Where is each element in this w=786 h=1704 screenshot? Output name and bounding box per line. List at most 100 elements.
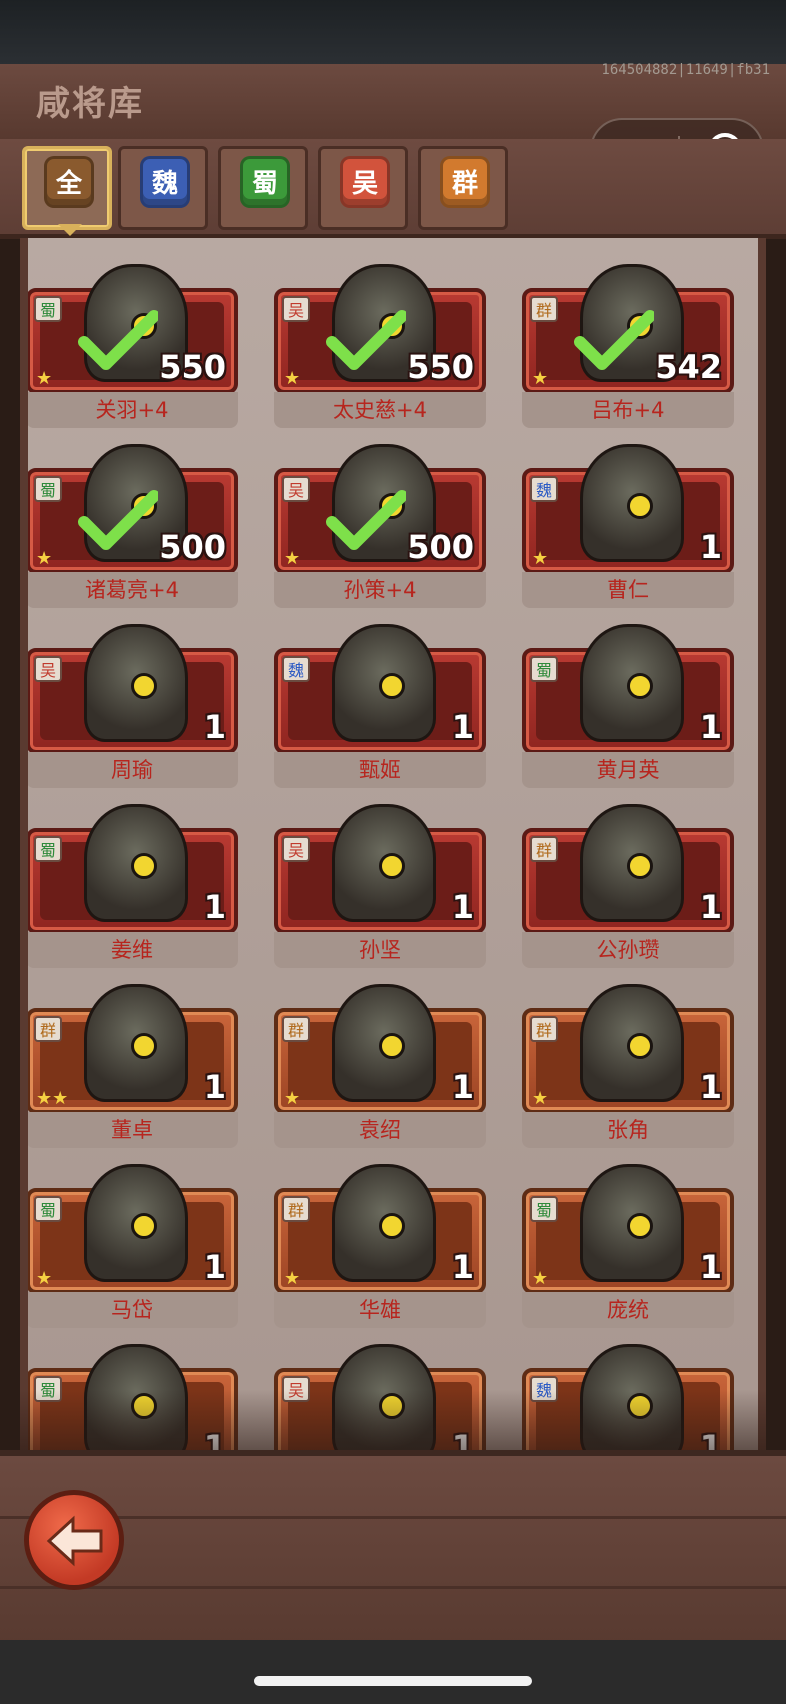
faction-badge: 群 bbox=[530, 1016, 558, 1042]
hero-card[interactable]: 蜀 ★ 550 关羽+4 bbox=[28, 264, 238, 430]
tab-faction[interactable]: 吴 bbox=[318, 146, 408, 230]
tab-label: 魏 bbox=[140, 156, 190, 208]
tab-label: 群 bbox=[440, 156, 490, 208]
hero-name: 袁绍 bbox=[359, 1118, 401, 1142]
hero-card[interactable]: 吴 1 孙坚 bbox=[274, 804, 486, 970]
checkmark-icon bbox=[326, 310, 406, 370]
back-button[interactable] bbox=[24, 1490, 124, 1590]
hero-count: 1 bbox=[451, 708, 474, 746]
tab-faction[interactable]: 群 bbox=[418, 146, 508, 230]
hero-grid-panel[interactable]: 蜀 ★ 550 关羽+4 吴 ★ 550 太史慈+4 群 ★ 542 吕布+4 蜀 ★ 500 诸葛亮+4 吴 ★… bbox=[20, 238, 766, 1450]
hero-portrait bbox=[332, 624, 436, 742]
hero-eye bbox=[131, 673, 157, 699]
checkmark-icon bbox=[326, 490, 406, 550]
hero-card[interactable]: 蜀 ★ 1 庞统 bbox=[522, 1164, 734, 1330]
star-rating: ★ bbox=[284, 1268, 301, 1289]
hero-eye bbox=[131, 1033, 157, 1059]
hero-count: 1 bbox=[699, 528, 722, 566]
hero-eye bbox=[379, 1213, 405, 1239]
hero-count: 1 bbox=[203, 1248, 226, 1286]
hero-name: 孙策+4 bbox=[343, 578, 417, 602]
home-indicator[interactable] bbox=[254, 1676, 532, 1686]
hero-card[interactable]: 蜀 1 黄月英 bbox=[522, 624, 734, 790]
checkmark-icon bbox=[78, 310, 158, 370]
faction-badge: 蜀 bbox=[530, 656, 558, 682]
hero-card[interactable]: 群 ★ 1 张角 bbox=[522, 984, 734, 1150]
tab-faction[interactable]: 全 bbox=[22, 146, 112, 230]
star-rating: ★ bbox=[284, 548, 301, 569]
hero-name: 马岱 bbox=[111, 1298, 153, 1322]
back-arrow-icon bbox=[46, 1515, 103, 1567]
hero-eye bbox=[131, 1213, 157, 1239]
hero-count: 1 bbox=[699, 1248, 722, 1286]
hero-card[interactable]: 魏 1 甄姬 bbox=[274, 624, 486, 790]
hero-card[interactable]: 魏 ★ 1 曹仁 bbox=[522, 444, 734, 610]
wood-plank-line bbox=[0, 1586, 786, 1589]
debug-id-text: 164504882|11649|fb31 bbox=[601, 62, 770, 78]
hero-card[interactable]: 群 ★★ 1 董卓 bbox=[28, 984, 238, 1150]
hero-card[interactable]: 吴 ★ 550 太史慈+4 bbox=[274, 264, 486, 430]
faction-badge: 吴 bbox=[282, 296, 310, 322]
hero-name: 关羽+4 bbox=[95, 398, 169, 422]
star-rating: ★ bbox=[284, 368, 301, 389]
hero-name: 庞统 bbox=[607, 1298, 649, 1322]
star-rating: ★ bbox=[532, 548, 549, 569]
active-tab-pointer bbox=[58, 224, 82, 236]
hero-count: 500 bbox=[159, 528, 226, 566]
hero-count: 1 bbox=[203, 708, 226, 746]
hero-portrait bbox=[580, 1164, 684, 1282]
tab-label: 吴 bbox=[340, 156, 390, 208]
hero-eye bbox=[627, 673, 653, 699]
hero-eye bbox=[131, 853, 157, 879]
hero-card[interactable]: 群 1 公孙瓒 bbox=[522, 804, 734, 970]
tab-faction[interactable]: 蜀 bbox=[218, 146, 308, 230]
hero-card[interactable]: 吴 1 周瑜 bbox=[28, 624, 238, 790]
hero-name: 诸葛亮+4 bbox=[85, 578, 179, 602]
hero-name: 周瑜 bbox=[111, 758, 153, 782]
star-rating: ★ bbox=[532, 1268, 549, 1289]
hero-portrait bbox=[580, 984, 684, 1102]
hero-count: 1 bbox=[699, 888, 722, 926]
hero-card[interactable]: 群 ★ 1 袁绍 bbox=[274, 984, 486, 1150]
hero-card[interactable]: 蜀 ★ 1 马岱 bbox=[28, 1164, 238, 1330]
star-rating: ★ bbox=[532, 368, 549, 389]
hero-count: 1 bbox=[451, 1248, 474, 1286]
tab-faction[interactable]: 魏 bbox=[118, 146, 208, 230]
hero-name: 孙坚 bbox=[359, 938, 401, 962]
hero-card[interactable]: 群 ★ 542 吕布+4 bbox=[522, 264, 734, 430]
hero-count: 1 bbox=[699, 1068, 722, 1106]
status-bar bbox=[0, 0, 786, 64]
hero-portrait bbox=[84, 624, 188, 742]
faction-badge: 蜀 bbox=[34, 296, 62, 322]
tab-label: 蜀 bbox=[240, 156, 290, 208]
faction-badge: 蜀 bbox=[530, 1196, 558, 1222]
hero-name: 吕布+4 bbox=[591, 398, 665, 422]
faction-badge: 蜀 bbox=[34, 1196, 62, 1222]
hero-eye bbox=[627, 493, 653, 519]
scroll-fade bbox=[20, 1390, 766, 1450]
home-bar bbox=[0, 1640, 786, 1704]
hero-name: 太史慈+4 bbox=[333, 398, 427, 422]
hero-card[interactable]: 群 ★ 1 华雄 bbox=[274, 1164, 486, 1330]
faction-badge: 蜀 bbox=[34, 836, 62, 862]
hero-count: 500 bbox=[407, 528, 474, 566]
star-rating: ★★ bbox=[36, 1088, 69, 1109]
hero-portrait bbox=[332, 984, 436, 1102]
hero-name: 黄月英 bbox=[596, 758, 660, 782]
hero-count: 1 bbox=[203, 888, 226, 926]
hero-name: 曹仁 bbox=[607, 578, 649, 602]
checkmark-icon bbox=[574, 310, 654, 370]
hero-eye bbox=[627, 853, 653, 879]
hero-name: 华雄 bbox=[359, 1298, 401, 1322]
hero-card[interactable]: 吴 ★ 500 孙策+4 bbox=[274, 444, 486, 610]
faction-badge: 群 bbox=[282, 1196, 310, 1222]
faction-badge: 群 bbox=[530, 836, 558, 862]
hero-count: 1 bbox=[699, 708, 722, 746]
hero-portrait bbox=[84, 984, 188, 1102]
checkmark-icon bbox=[78, 490, 158, 550]
hero-count: 550 bbox=[407, 348, 474, 386]
hero-card[interactable]: 蜀 ★ 500 诸葛亮+4 bbox=[28, 444, 238, 610]
hero-portrait bbox=[580, 624, 684, 742]
hero-card[interactable]: 蜀 1 姜维 bbox=[28, 804, 238, 970]
star-rating: ★ bbox=[284, 1088, 301, 1109]
